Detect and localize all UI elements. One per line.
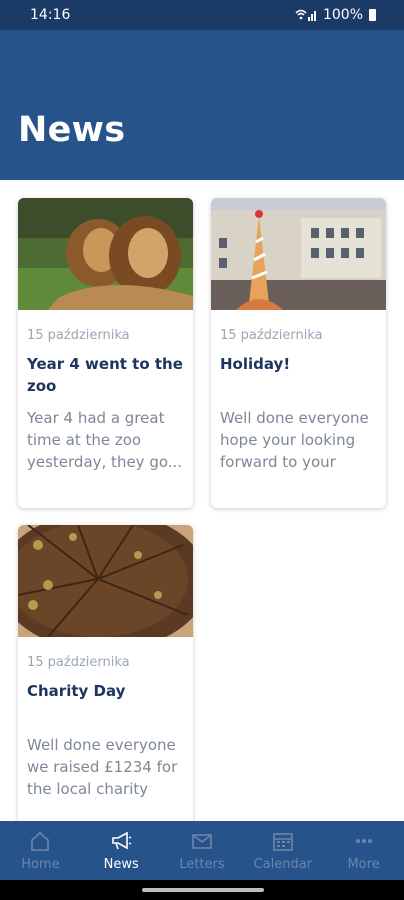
nav-calendar[interactable]: Calendar (242, 821, 323, 880)
news-title: Holiday! (220, 355, 291, 373)
bottom-nav: Home News Letters Calendar More (0, 821, 404, 880)
wifi-signal-icon (295, 9, 316, 21)
nav-calendar-label: Calendar (253, 857, 313, 872)
nav-more[interactable]: More (323, 821, 404, 880)
nav-more-label: More (347, 857, 380, 872)
megaphone-icon (112, 831, 132, 850)
home-icon (31, 831, 50, 851)
news-date: 15 października (27, 655, 130, 670)
envelope-icon (192, 834, 212, 849)
status-icons: 100% (295, 7, 376, 23)
news-title: Year 4 went to the zoo (27, 355, 183, 395)
page-header: News (0, 30, 404, 180)
news-excerpt: Well done everyone we raised £1234 for t… (27, 736, 178, 798)
nav-letters[interactable]: Letters (162, 821, 243, 880)
nav-news[interactable]: News (81, 821, 162, 880)
battery-icon (369, 9, 376, 21)
nav-home[interactable]: Home (0, 821, 81, 880)
page-title: News (18, 110, 126, 150)
calendar-icon (272, 833, 293, 851)
helter-skelter-image (211, 198, 386, 310)
status-bar: 14:16 100% (0, 0, 404, 30)
news-card-zoo[interactable]: 15 października Year 4 went to the zoo Y… (18, 198, 193, 508)
cake-image (18, 525, 193, 637)
news-excerpt: Well done everyone hope your looking for… (220, 409, 369, 471)
news-card-charity[interactable]: 15 października Charity Day Well done ev… (18, 525, 193, 825)
nav-home-label: Home (21, 857, 60, 872)
news-card-holiday[interactable]: 15 października Holiday! Well done every… (211, 198, 386, 508)
nav-news-label: News (103, 857, 139, 872)
news-title: Charity Day (27, 682, 126, 700)
news-date: 15 października (220, 328, 323, 343)
home-indicator[interactable] (142, 888, 264, 892)
more-dots-icon (355, 839, 372, 843)
nav-letters-label: Letters (179, 857, 225, 872)
battery-level: 100% (322, 7, 363, 23)
status-time: 14:16 (30, 7, 71, 23)
news-excerpt: Year 4 had a great time at the zoo yeste… (27, 409, 183, 471)
system-gesture-bar (0, 880, 404, 900)
news-date: 15 października (27, 328, 130, 343)
lions-image (18, 198, 193, 310)
